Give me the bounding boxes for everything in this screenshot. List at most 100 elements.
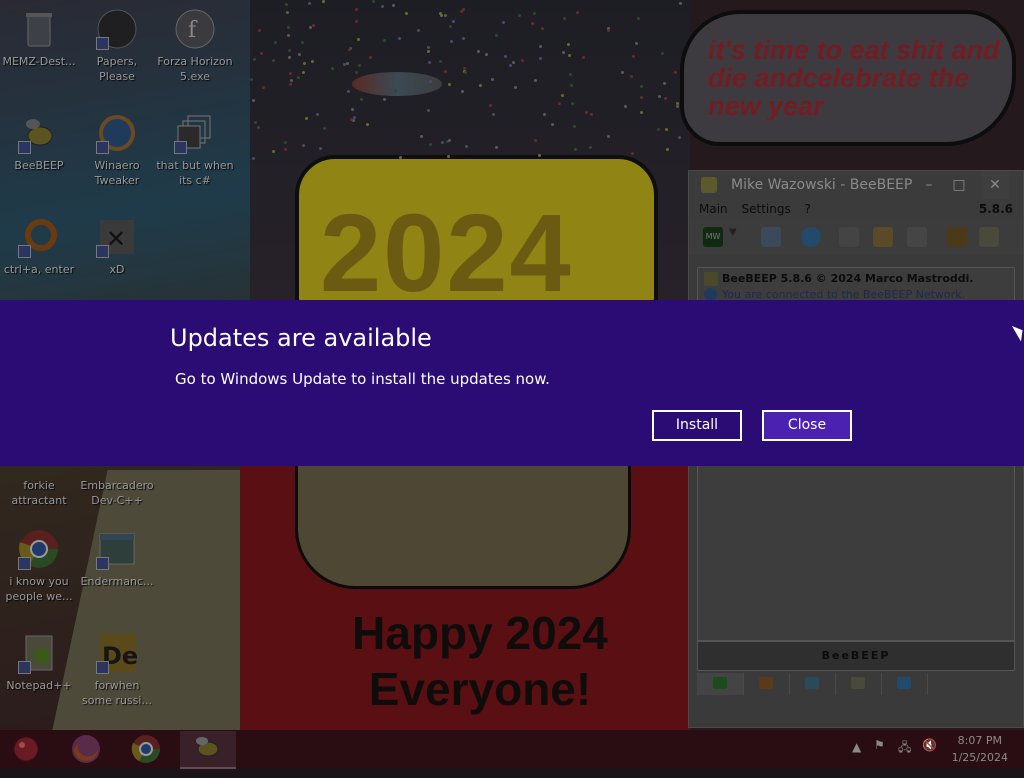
desktop-icon-label: Notepad++ [6, 679, 72, 692]
notification-message: Go to Windows Update to install the upda… [175, 370, 550, 388]
fish-graphic [352, 72, 442, 96]
taskbar-beebeep[interactable] [180, 731, 236, 769]
confetti-dot [534, 78, 538, 82]
system-clock[interactable]: 8:07 PM 1/25/2024 [952, 732, 1008, 766]
desktop-icon-devcpp[interactable]: Embarcadero Dev-C++ [78, 474, 156, 508]
shortcut-arrow-icon [96, 557, 109, 570]
close-button[interactable]: Close [762, 410, 852, 441]
confetti-dot [660, 51, 664, 55]
confetti-dot [447, 138, 451, 142]
beebeep-menu-bar: Main Settings ? 5.8.6 [689, 199, 1023, 219]
desktop-icon-label: Winaero Tweaker [94, 159, 140, 187]
app-icon [96, 8, 138, 50]
beebeep-tab-bar [697, 671, 1013, 697]
groups-icon [759, 677, 773, 689]
confetti-dot [530, 21, 534, 25]
start-button[interactable] [0, 731, 52, 767]
desktop-icon-forwhen[interactable]: De forwhen some russi... [78, 632, 156, 708]
confetti-dot [271, 150, 275, 154]
start-orb-icon [13, 736, 39, 762]
desktop-icon-memz[interactable]: MEMZ-Dest... [0, 8, 78, 69]
confetti-dot [567, 42, 570, 46]
confetti-dot [287, 48, 291, 52]
tab-groups[interactable] [743, 673, 790, 695]
desktop-icon-notepadpp[interactable]: Notepad++ [0, 632, 78, 693]
install-button[interactable]: Install [652, 410, 742, 441]
confetti-dot [572, 125, 576, 129]
confetti-dot [561, 51, 565, 55]
desktop-icon-label: BeeBEEP [14, 159, 64, 172]
flag-icon[interactable]: ⚑ [874, 738, 885, 776]
desktop-icon-papers-please[interactable]: Papers, Please [78, 8, 156, 84]
folder-icon[interactable] [979, 227, 999, 247]
desktop-icon-label: Endermanc... [80, 575, 154, 588]
desktop-icon-xd[interactable]: ✕ xD [78, 216, 156, 277]
chevron-down-icon[interactable]: ▼ [729, 227, 741, 247]
taskbar: ▲ ⚑ 🖧 🔇 8:07 PM 1/25/2024 [0, 730, 1024, 769]
version-label: 5.8.6 [978, 202, 1013, 216]
desktop-icon-label: MEMZ-Dest... [2, 55, 76, 68]
confetti-dot [490, 77, 494, 81]
svg-text:✕: ✕ [106, 225, 126, 253]
ring-icon [18, 216, 60, 258]
confetti-dot [366, 122, 370, 126]
shortcut-arrow-icon [96, 141, 109, 154]
confetti-dot [283, 140, 287, 144]
desktop-icon-that-but[interactable]: that but when its c# [156, 112, 234, 188]
tab-chats[interactable] [789, 673, 836, 695]
files-icon[interactable] [839, 227, 859, 247]
confetti-dot [301, 71, 305, 75]
confetti-dot [447, 154, 451, 158]
message-icon[interactable] [873, 227, 893, 247]
tab-users[interactable] [697, 673, 744, 695]
x-icon: ✕ [96, 216, 138, 258]
minimize-icon[interactable]: – [915, 171, 943, 199]
happy-new-year-text: Happy 2024 Everyone! [352, 607, 608, 715]
close-icon[interactable]: ✕ [981, 171, 1009, 199]
desktop-icon-label: xD [109, 263, 125, 276]
confetti-dot [451, 20, 455, 24]
confetti-dot [568, 72, 572, 76]
profile-card-icon[interactable] [761, 227, 781, 247]
menu-main[interactable]: Main [699, 202, 728, 216]
confetti-dot [464, 145, 468, 149]
desktop-icon-ctrl-a[interactable]: ctrl+a, enter [0, 216, 78, 277]
network-icon[interactable] [801, 227, 821, 247]
menu-settings[interactable]: Settings [741, 202, 790, 216]
de-icon: De [96, 632, 138, 674]
winaero-icon [96, 112, 138, 154]
chevron-up-icon[interactable]: ▲ [852, 740, 861, 778]
confetti-dot [563, 16, 567, 20]
confetti-dot [447, 82, 451, 86]
desktop-icon-forza[interactable]: f Forza Horizon 5.exe [156, 8, 234, 84]
confetti-dot [426, 45, 430, 49]
confetti-dot [286, 26, 290, 30]
beebeep-toolbar: MW ▼ [689, 219, 1023, 255]
network-icon[interactable]: 🖧 [898, 738, 911, 776]
confetti-dot [253, 121, 257, 124]
tools-icon[interactable] [907, 227, 927, 247]
confetti-dot [428, 79, 432, 83]
desktop-icon-forkie[interactable]: forkie attractant [0, 474, 78, 508]
beebeep-banner: BeeBEEP [697, 641, 1015, 671]
taskbar-chrome[interactable] [120, 731, 172, 767]
log-icon[interactable] [947, 227, 967, 247]
status-avatar-icon[interactable]: MW [703, 227, 723, 247]
taskbar-firefox[interactable] [60, 731, 112, 767]
bee-icon [196, 737, 219, 757]
desktop-icon-label: forwhen some russi... [82, 679, 152, 707]
confetti-dot [675, 101, 679, 105]
volume-muted-icon[interactable]: 🔇 [922, 738, 937, 776]
beebeep-title-bar[interactable]: Mike Wazowski - BeeBEEP – □ ✕ [689, 171, 1023, 199]
shortcut-arrow-icon [18, 557, 31, 570]
desktop-icon-beebeep[interactable]: BeeBEEP [0, 112, 78, 173]
notepad-icon [18, 632, 60, 674]
maximize-icon[interactable]: □ [945, 171, 973, 199]
window-icon [96, 528, 138, 570]
desktop-icon-chrome-shortcut[interactable]: i know you people we... [0, 528, 78, 604]
tab-network[interactable] [881, 673, 928, 695]
desktop-icon-winaero[interactable]: Winaero Tweaker [78, 112, 156, 188]
tab-history[interactable] [835, 673, 882, 695]
desktop-icon-endermanch[interactable]: Endermanc... [78, 528, 156, 589]
menu-help[interactable]: ? [805, 202, 811, 216]
